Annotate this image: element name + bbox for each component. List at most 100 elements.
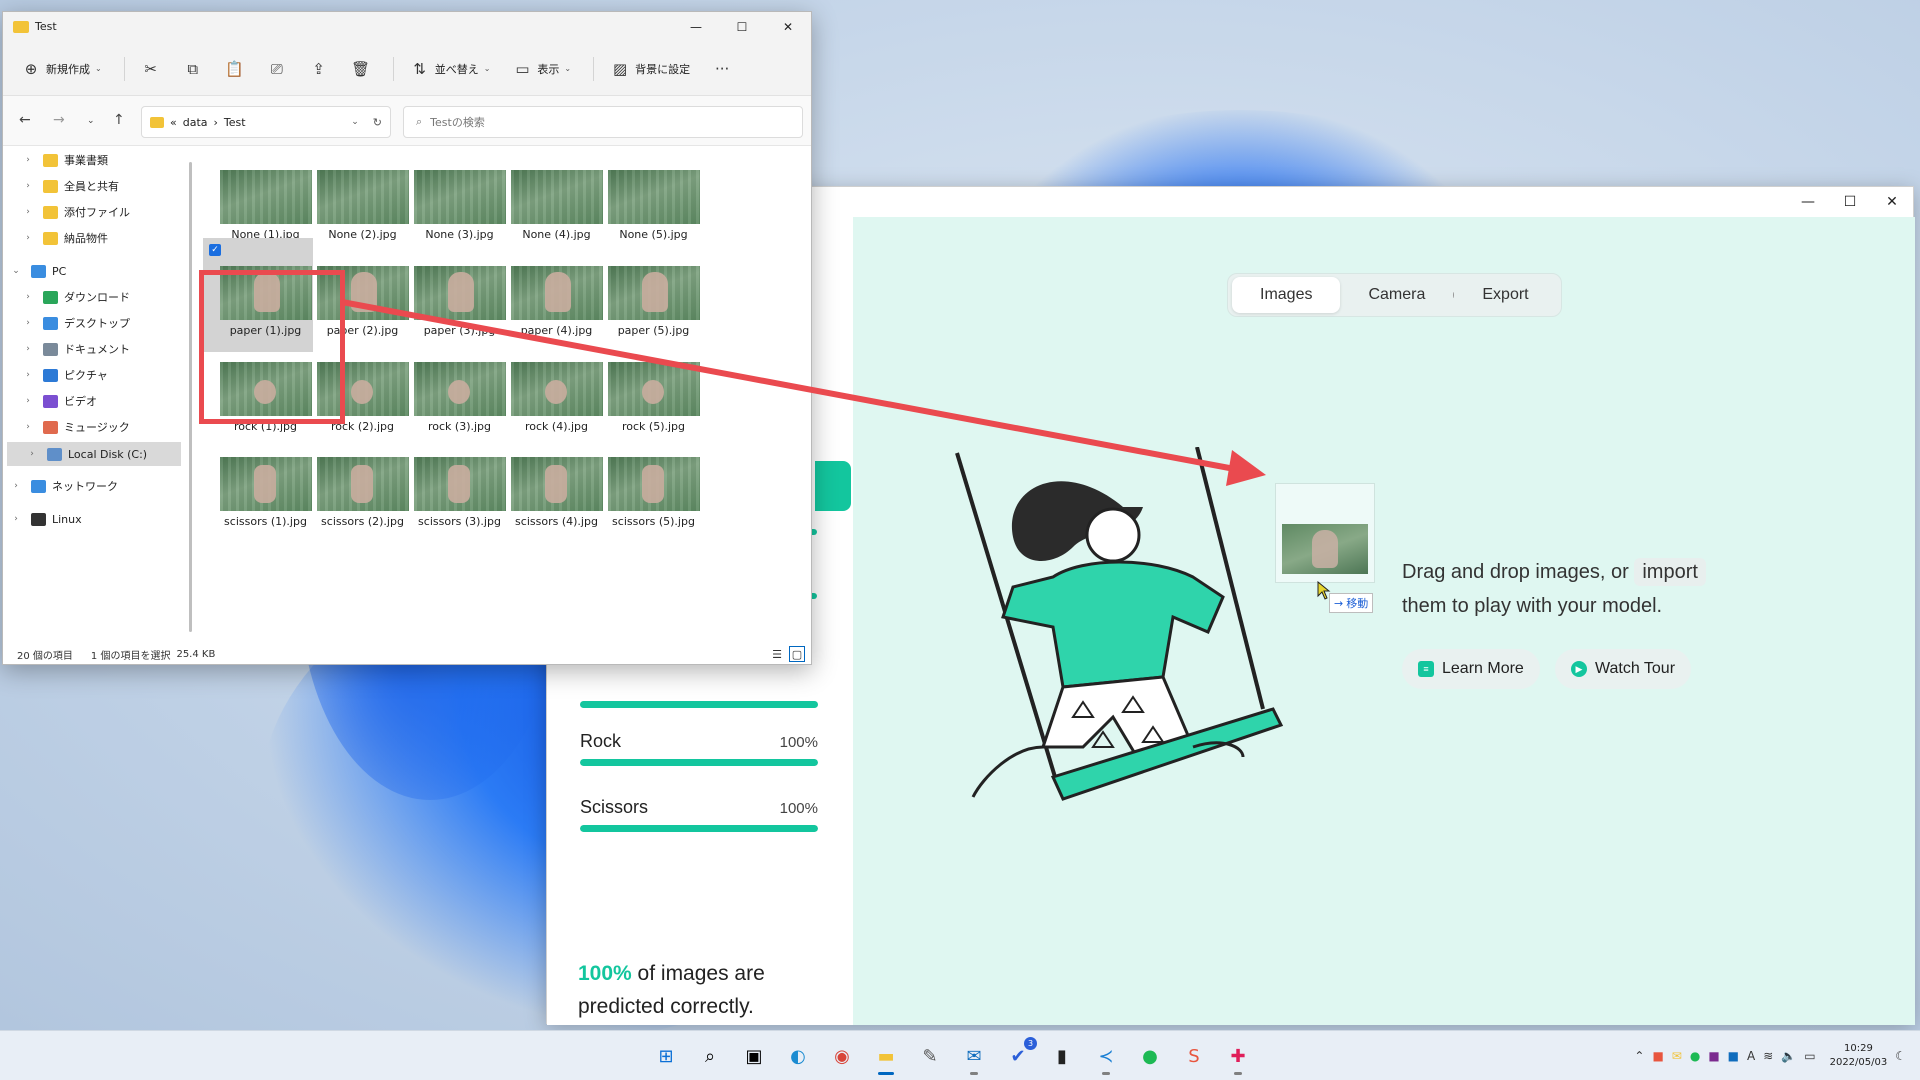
minimize-button[interactable]: — bbox=[1787, 187, 1829, 217]
file-tile[interactable]: rock (4).jpg bbox=[494, 354, 604, 464]
rename-button[interactable]: ⎚ bbox=[267, 59, 287, 79]
more-button[interactable]: ··· bbox=[712, 59, 732, 79]
file-tile[interactable]: scissors (2).jpg bbox=[300, 449, 410, 559]
tab-export[interactable]: Export bbox=[1454, 277, 1556, 313]
chevron-down-icon[interactable]: ⌄ bbox=[9, 266, 23, 276]
file-tile[interactable]: rock (5).jpg bbox=[591, 354, 701, 464]
onenote-tray-icon[interactable]: ■ bbox=[1708, 1049, 1719, 1063]
file-tile[interactable]: scissors (4).jpg bbox=[494, 449, 604, 559]
sidebar-item[interactable]: › 全員と共有 bbox=[3, 174, 181, 198]
maximize-button[interactable]: ☐ bbox=[719, 12, 765, 42]
notepad-icon[interactable]: ✎ bbox=[914, 1040, 946, 1072]
chevron-right-icon[interactable]: › bbox=[21, 344, 35, 354]
mail-tray-icon[interactable]: ✉ bbox=[1672, 1049, 1682, 1063]
file-tile[interactable]: scissors (5).jpg bbox=[591, 449, 701, 559]
file-tile[interactable]: paper (5).jpg bbox=[591, 258, 701, 368]
scrollbar[interactable] bbox=[189, 162, 192, 632]
delete-button[interactable]: 🗑 bbox=[351, 59, 371, 79]
windows-start-icon[interactable]: ⊞ bbox=[650, 1040, 682, 1072]
file-tile[interactable]: rock (3).jpg bbox=[397, 354, 507, 464]
chevron-right-icon[interactable]: › bbox=[21, 207, 35, 217]
scratch-icon[interactable]: S bbox=[1178, 1040, 1210, 1072]
sidebar-item[interactable]: › 納品物件 bbox=[3, 226, 181, 250]
chevron-right-icon[interactable]: › bbox=[21, 292, 35, 302]
chevron-up-icon[interactable]: ⌃ bbox=[1634, 1049, 1644, 1063]
sidebar-item[interactable]: ⌄ PC bbox=[3, 259, 181, 283]
file-tile[interactable]: None (2).jpg bbox=[300, 162, 410, 272]
slack-icon[interactable]: ✚ bbox=[1222, 1040, 1254, 1075]
chevron-right-icon[interactable]: › bbox=[21, 181, 35, 191]
chevron-right-icon[interactable]: › bbox=[21, 318, 35, 328]
search-box[interactable]: ⌕ Testの検索 bbox=[403, 106, 803, 138]
wifi-icon[interactable]: ≋ bbox=[1763, 1049, 1773, 1063]
import-link[interactable]: import bbox=[1634, 558, 1706, 586]
details-view-icon[interactable]: ☰ bbox=[769, 646, 785, 662]
clock[interactable]: 10:29 2022/05/03 bbox=[1830, 1042, 1888, 1070]
file-tile[interactable]: scissors (3).jpg bbox=[397, 449, 507, 559]
preview-area[interactable]: Images Camera Export → 移動 Drag and drop … bbox=[853, 217, 1915, 1025]
chevron-right-icon[interactable]: › bbox=[9, 481, 23, 491]
sidebar-item[interactable]: › 添付ファイル bbox=[3, 200, 181, 224]
chevron-right-icon[interactable]: › bbox=[21, 155, 35, 165]
close-button[interactable]: ✕ bbox=[765, 12, 811, 42]
tab-images[interactable]: Images bbox=[1232, 277, 1341, 313]
outlook-icon[interactable]: ✉ bbox=[958, 1040, 990, 1075]
sidebar-item[interactable]: › ビデオ bbox=[3, 389, 181, 413]
search-icon[interactable]: ⌕ bbox=[694, 1040, 726, 1072]
chevron-right-icon[interactable]: › bbox=[9, 514, 23, 524]
selection-checkbox[interactable]: ✓ bbox=[209, 244, 221, 256]
sidebar-item[interactable]: › ドキュメント bbox=[3, 337, 181, 361]
volume-muted-icon[interactable]: 🔈 bbox=[1781, 1049, 1796, 1063]
chevron-down-icon[interactable]: ⌄ bbox=[351, 117, 359, 127]
back-icon[interactable]: ← bbox=[19, 112, 31, 128]
forward-icon[interactable]: → bbox=[53, 112, 65, 128]
paste-button[interactable]: 📋 bbox=[225, 59, 245, 79]
file-explorer-icon[interactable]: ▬ bbox=[870, 1040, 902, 1075]
file-tile[interactable]: paper (3).jpg bbox=[397, 258, 507, 368]
chevron-right-icon[interactable]: › bbox=[21, 370, 35, 380]
breadcrumb-data[interactable]: data bbox=[183, 116, 208, 129]
spotify-icon[interactable]: ● bbox=[1134, 1040, 1166, 1072]
cut-button[interactable]: ✂ bbox=[141, 59, 161, 79]
edge-icon[interactable]: ◐ bbox=[782, 1040, 814, 1072]
share-button[interactable]: ⇪ bbox=[309, 59, 329, 79]
terminal-icon[interactable]: ▮ bbox=[1046, 1040, 1078, 1072]
sidebar-item[interactable]: › Local Disk (C:) bbox=[7, 442, 181, 466]
address-bar[interactable]: « data › Test ⌄ ↻ bbox=[141, 106, 391, 138]
maximize-button[interactable]: ☐ bbox=[1829, 187, 1871, 217]
sort-button[interactable]: ⇅ 並べ替え ⌄ bbox=[410, 59, 490, 79]
file-tile[interactable]: paper (4).jpg bbox=[494, 258, 604, 368]
sidebar-item[interactable]: › Linux bbox=[3, 507, 181, 531]
view-button[interactable]: ▭ 表示 ⌄ bbox=[512, 59, 571, 79]
file-tile[interactable]: None (3).jpg bbox=[397, 162, 507, 272]
scratch-tray-icon[interactable]: ■ bbox=[1652, 1049, 1663, 1063]
file-tile[interactable]: scissors (1).jpg bbox=[203, 449, 313, 559]
copy-button[interactable]: ⧉ bbox=[183, 59, 203, 79]
file-tile[interactable]: None (5).jpg bbox=[591, 162, 701, 272]
ime-indicator[interactable]: A bbox=[1747, 1049, 1755, 1063]
battery-icon[interactable]: ▭ bbox=[1804, 1049, 1815, 1063]
learn-more-button[interactable]: ≡ Learn More bbox=[1402, 649, 1540, 689]
chevron-right-icon[interactable]: › bbox=[21, 396, 35, 406]
vscode-icon[interactable]: ≺ bbox=[1090, 1040, 1122, 1075]
todo-icon[interactable]: ✔ 3 bbox=[1002, 1037, 1037, 1072]
sidebar-item[interactable]: › 事業書類 bbox=[3, 148, 181, 172]
recent-chevron-icon[interactable]: ⌄ bbox=[87, 116, 95, 126]
close-button[interactable]: ✕ bbox=[1871, 187, 1913, 217]
task-view-icon[interactable]: ▣ bbox=[738, 1040, 770, 1072]
moon-icon[interactable]: ☾ bbox=[1895, 1049, 1906, 1063]
set-background-button[interactable]: ▨ 背景に設定 bbox=[610, 59, 690, 79]
chevron-right-icon[interactable]: › bbox=[21, 422, 35, 432]
outlook-tray-icon[interactable]: ■ bbox=[1728, 1049, 1739, 1063]
chevron-right-icon[interactable]: › bbox=[25, 449, 39, 459]
tab-camera[interactable]: Camera bbox=[1340, 277, 1453, 313]
new-button[interactable]: ⊕ 新規作成 ⌄ bbox=[21, 59, 102, 79]
breadcrumb-overflow[interactable]: « bbox=[170, 116, 177, 129]
sidebar-item[interactable]: › ミュージック bbox=[3, 415, 181, 439]
spotify-tray-icon[interactable]: ● bbox=[1690, 1049, 1700, 1063]
minimize-button[interactable]: — bbox=[673, 12, 719, 42]
sidebar-item[interactable]: › ネットワーク bbox=[3, 474, 181, 498]
file-tile[interactable]: None (4).jpg bbox=[494, 162, 604, 272]
chrome-icon[interactable]: ◉ bbox=[826, 1040, 858, 1072]
sidebar-item[interactable]: › ダウンロード bbox=[3, 285, 181, 309]
